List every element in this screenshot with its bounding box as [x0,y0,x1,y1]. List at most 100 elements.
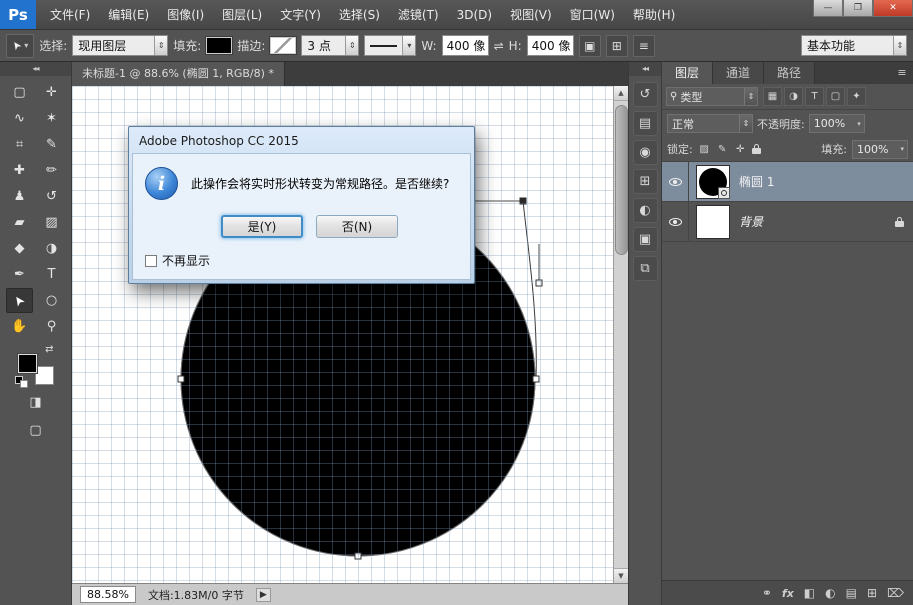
tool-hand[interactable]: ✋ [6,314,33,339]
layer-fill-dropdown[interactable]: 100% ▾ [852,140,908,159]
scrollbar-thumb[interactable] [615,105,628,255]
tool-rectangular-marquee[interactable]: ▢ [6,80,33,105]
tool-eraser[interactable]: ▰ [6,210,33,235]
visibility-toggle[interactable] [662,162,689,201]
filter-type-layers-icon[interactable]: T [805,87,824,106]
new-group-icon[interactable]: ▤ [846,586,857,600]
menu-view[interactable]: 视图(V) [501,6,561,23]
fill-color-swatch[interactable] [206,37,232,54]
collapse-toolbar-icon[interactable]: ◂◂ [0,62,71,76]
link-layers-icon[interactable]: ⚭ [762,586,772,600]
delete-layer-icon[interactable]: ⌦ [887,586,904,600]
stroke-style-dropdown[interactable]: ▾ [364,35,416,56]
vertical-scrollbar[interactable]: ▲ ▼ [613,86,628,583]
screen-mode-button[interactable]: ▢ [22,418,49,443]
path-arrange-button[interactable]: ≡ [633,35,655,57]
visibility-toggle[interactable] [662,202,689,241]
minimize-button[interactable]: — [813,0,843,17]
layer-name[interactable]: 椭圆 1 [739,173,774,190]
menu-edit[interactable]: 编辑(E) [99,6,158,23]
tool-brush[interactable]: ✏ [38,158,65,183]
shape-width-input[interactable]: 400 像 [442,35,489,56]
tool-pen[interactable]: ✒ [6,262,33,287]
stroke-color-swatch[interactable] [270,37,296,54]
close-button[interactable]: ✕ [873,0,913,17]
menu-image[interactable]: 图像(I) [158,6,213,23]
tool-zoom[interactable]: ⚲ [38,314,65,339]
tool-healing-brush[interactable]: ✚ [6,158,33,183]
layer-thumbnail[interactable] [696,205,730,239]
tool-clone-stamp[interactable]: ♟ [6,184,33,209]
tool-type[interactable]: T [38,262,65,287]
tool-gradient[interactable]: ▨ [38,210,65,235]
tool-path-selection[interactable]: ➤ [6,288,33,313]
workspace-switcher[interactable]: 基本功能 ⇕ [801,35,907,56]
layer-row-background[interactable]: 背景 [662,202,913,242]
add-mask-icon[interactable]: ◧ [804,586,815,600]
menu-3d[interactable]: 3D(D) [448,8,501,22]
adjustment-layer-icon[interactable]: ◐ [825,586,835,600]
menu-help[interactable]: 帮助(H) [624,6,684,23]
filter-kind-dropdown[interactable]: ⚲ 类型 ⇕ [666,87,758,106]
tool-lasso[interactable]: ∿ [6,106,33,131]
tool-eyedropper[interactable]: ✎ [38,132,65,157]
tool-dodge[interactable]: ◑ [38,236,65,261]
no-button[interactable]: 否(N) [316,215,398,238]
stroke-width-dropdown[interactable]: 3 点 ⇕ [301,35,359,56]
tab-layers[interactable]: 图层 [662,62,713,84]
swatches-panel-icon[interactable]: ⊞ [633,169,658,194]
menu-layer[interactable]: 图层(L) [213,6,271,23]
lock-transparency-icon[interactable]: ▨ [698,144,711,155]
path-operations-button[interactable]: ▣ [579,35,601,57]
menu-window[interactable]: 窗口(W) [561,6,624,23]
maximize-button[interactable]: ❐ [843,0,873,17]
tool-magic-wand[interactable]: ✶ [38,106,65,131]
path-alignment-button[interactable]: ⊞ [606,35,628,57]
layer-thumbnail[interactable] [696,165,730,199]
menu-filter[interactable]: 滤镜(T) [389,6,448,23]
background-color-swatch[interactable] [35,366,54,385]
blend-mode-dropdown[interactable]: 正常 ⇕ [667,114,753,133]
tab-paths[interactable]: 路径 [764,62,815,84]
foreground-color-swatch[interactable] [18,354,37,373]
opacity-dropdown[interactable]: 100% ▾ [809,114,865,133]
filter-adjustment-layers-icon[interactable]: ◑ [784,87,803,106]
tab-channels[interactable]: 通道 [713,62,764,84]
lock-position-icon[interactable]: ✛ [734,144,747,155]
layer-row-ellipse-1[interactable]: 椭圆 1 [662,162,913,202]
layer-name[interactable]: 背景 [739,213,763,230]
tool-history-brush[interactable]: ↺ [38,184,65,209]
styles-panel-icon[interactable]: ▣ [633,227,658,252]
menu-select[interactable]: 选择(S) [330,6,389,23]
adjustments-panel-icon[interactable]: ◐ [633,198,658,223]
tool-move[interactable]: ✛ [38,80,65,105]
history-panel-icon[interactable]: ↺ [633,82,658,107]
filter-smart-objects-icon[interactable]: ✦ [847,87,866,106]
dont-show-again-checkbox[interactable] [145,255,157,267]
scroll-down-icon[interactable]: ▼ [614,568,629,583]
tool-crop[interactable]: ⌗ [6,132,33,157]
lock-paint-icon[interactable]: ✎ [716,144,729,155]
tool-blur[interactable]: ◆ [6,236,33,261]
panel-menu-icon[interactable]: ≡ [891,62,913,84]
expand-panels-icon[interactable]: ◂◂ [629,62,661,76]
link-dimensions-icon[interactable]: ⇌ [494,39,504,53]
filter-pixel-layers-icon[interactable]: ▦ [763,87,782,106]
swap-colors-icon[interactable]: ⇄ [45,344,53,355]
properties-panel-icon[interactable]: ▤ [633,111,658,136]
new-layer-icon[interactable]: ⊞ [867,586,877,600]
shape-height-input[interactable]: 400 像 [527,35,574,56]
channels-panel-icon[interactable]: ⧉ [633,256,658,281]
tool-preset-picker[interactable]: ➤ ▾ [6,34,34,58]
status-expand-icon[interactable]: ▶ [256,588,271,602]
filter-shape-layers-icon[interactable]: ▢ [826,87,845,106]
default-colors-icon[interactable] [20,380,28,388]
color-panel-icon[interactable]: ◉ [633,140,658,165]
quick-mask-button[interactable]: ◨ [22,390,49,415]
select-mode-dropdown[interactable]: 现用图层 ⇕ [72,35,168,56]
menu-file[interactable]: 文件(F) [41,6,99,23]
lock-all-icon[interactable] [752,144,761,154]
zoom-level-field[interactable]: 88.58% [80,586,136,603]
tool-ellipse[interactable]: ○ [38,288,65,313]
scroll-up-icon[interactable]: ▲ [614,86,629,101]
